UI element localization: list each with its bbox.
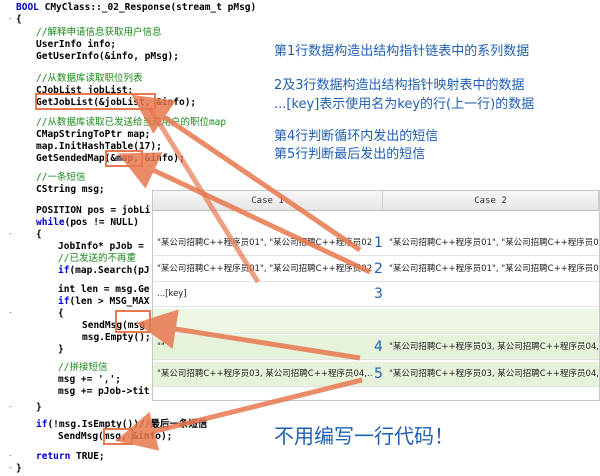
- arrow-joblist-down: [147, 106, 261, 284]
- no-code-caption: 不用编写一行代码！: [274, 424, 454, 448]
- annotation-arrows: [115, 94, 372, 451]
- arrow-row1-to-joblist: [131, 94, 362, 253]
- arrow-row4-to-sendmsg: [136, 309, 361, 361]
